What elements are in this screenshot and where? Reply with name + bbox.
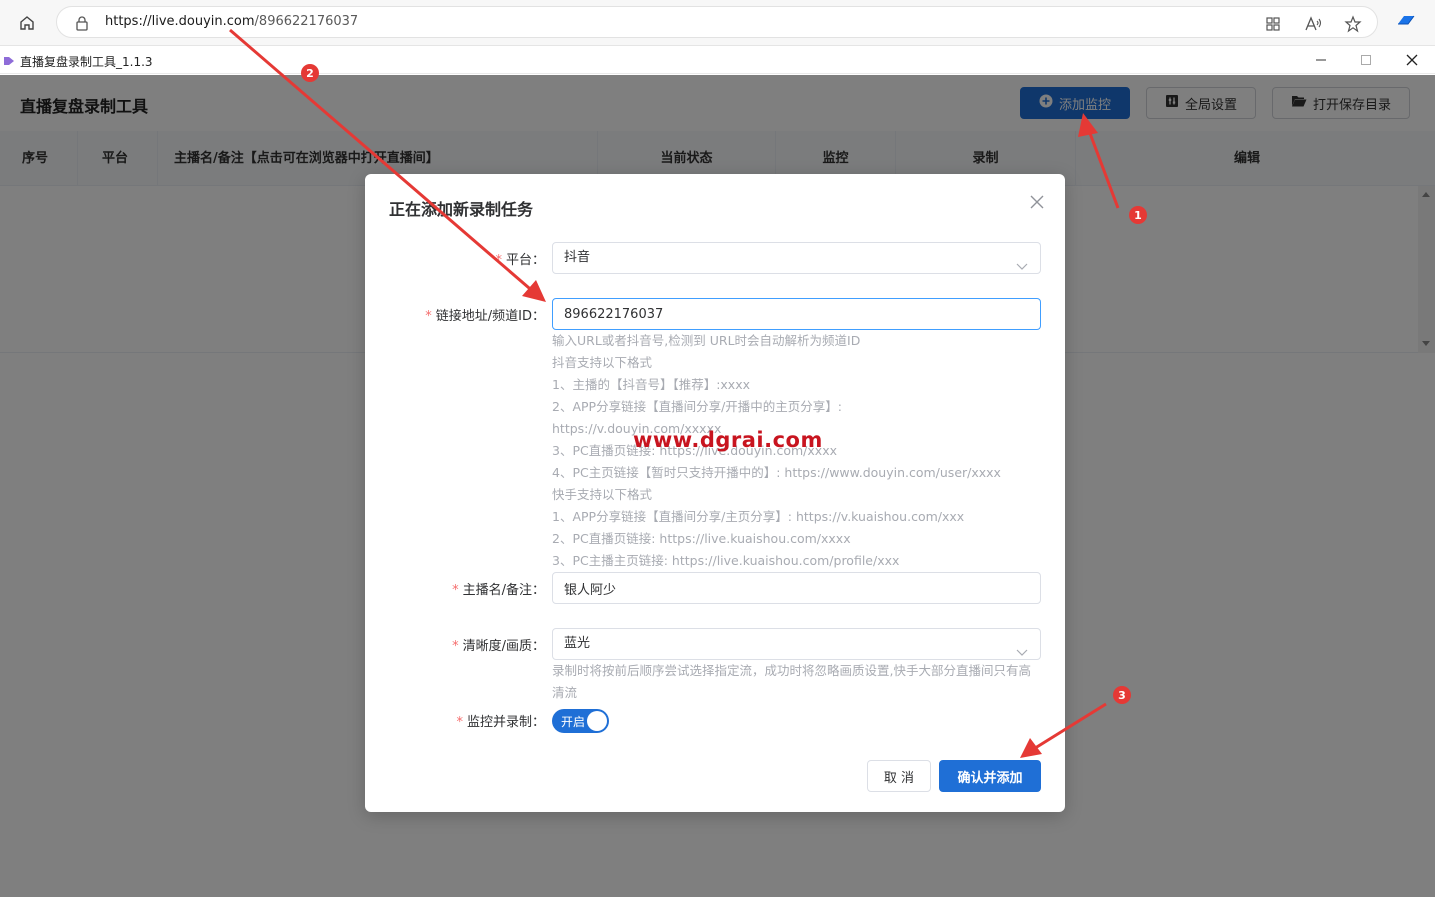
url-path: /896622176037 (254, 14, 359, 29)
quality-label: * 清晰度/画质： (452, 639, 545, 654)
window-title: 直播复盘录制工具_1.1.3 (20, 55, 153, 69)
add-task-dialog: 正在添加新录制任务 *平台： 抖音 *链接地址/频道ID： 输入URL或者抖音号… (365, 174, 1065, 812)
hint-line: 4、PC主页链接【暂时只支持开播中的】: https://www.douyin.… (552, 465, 1001, 480)
switch-text: 开启 (561, 715, 586, 729)
lock-icon (75, 15, 89, 35)
link-label: * 链接地址/频道ID： (425, 309, 545, 324)
switch-knob (587, 711, 607, 731)
hint-line: 3、PC主播主页链接: https://live.kuaishou.com/pr… (552, 553, 900, 568)
cancel-button[interactable]: 取 消 (867, 760, 931, 792)
favorite-star-icon[interactable] (1343, 15, 1363, 33)
name-input-field[interactable] (564, 573, 1029, 603)
browser-toolbar: https://live.douyin.com/896622176037 (0, 0, 1435, 46)
url-text: https://live.douyin.com/896622176037 (105, 14, 358, 29)
hint-line: 输入URL或者抖音号,检测到 URL时会自动解析为频道ID (552, 333, 861, 348)
chevron-down-icon (1016, 253, 1028, 283)
url-host: https://live.douyin.com (105, 14, 255, 29)
home-icon[interactable] (14, 10, 40, 36)
annotation-badge-2: 2 (301, 64, 319, 82)
platform-select[interactable]: 抖音 (552, 242, 1041, 274)
dialog-title: 正在添加新录制任务 (389, 200, 534, 219)
address-bar[interactable]: https://live.douyin.com/896622176037 (56, 6, 1378, 38)
name-input[interactable] (552, 572, 1041, 604)
hint-line: 2、APP分享链接【直播间分享/开播中的主页分享】: (552, 399, 843, 414)
watermark-text: www.dgrai.com (633, 428, 823, 452)
app-window-titlebar: 直播复盘录制工具_1.1.3 (0, 47, 1435, 74)
annotation-badge-1: 1 (1129, 206, 1147, 224)
split-screen-icon[interactable] (1263, 15, 1283, 33)
platform-value: 抖音 (564, 250, 591, 265)
extension-icon[interactable] (1396, 12, 1416, 32)
hint-line: 2、PC直播页链接: https://live.kuaishou.com/xxx… (552, 531, 851, 546)
name-label: * 主播名/备注： (452, 583, 545, 598)
confirm-add-button[interactable]: 确认并添加 (939, 760, 1041, 792)
monitor-record-switch[interactable]: 开启 (552, 709, 609, 733)
link-input-field[interactable] (564, 299, 1029, 329)
app-logo-icon (3, 55, 15, 65)
quality-hint: 录制时将按前后顺序尝试选择指定流，成功时将忽略画质设置,快手大部分直播间只有高清… (552, 663, 1031, 700)
monitor-record-label: * 监控并录制： (456, 715, 545, 730)
hint-line: 1、APP分享链接【直播间分享/主页分享】: https://v.kuaisho… (552, 509, 965, 524)
platform-label: * 平台： (495, 253, 545, 268)
close-icon[interactable] (1027, 192, 1047, 212)
annotation-badge-3: 3 (1113, 686, 1131, 704)
link-input[interactable] (552, 298, 1041, 330)
minimize-icon[interactable] (1307, 50, 1335, 70)
hint-line: 快手支持以下格式 (552, 487, 653, 502)
hint-line: 抖音支持以下格式 (552, 355, 653, 370)
read-aloud-icon[interactable] (1303, 15, 1323, 33)
quality-value: 蓝光 (564, 636, 591, 651)
close-window-icon[interactable] (1398, 50, 1426, 70)
quality-select[interactable]: 蓝光 (552, 628, 1041, 660)
hint-line: 1、主播的【抖音号】【推荐】:xxxx (552, 377, 751, 392)
maximize-icon[interactable] (1352, 50, 1380, 70)
